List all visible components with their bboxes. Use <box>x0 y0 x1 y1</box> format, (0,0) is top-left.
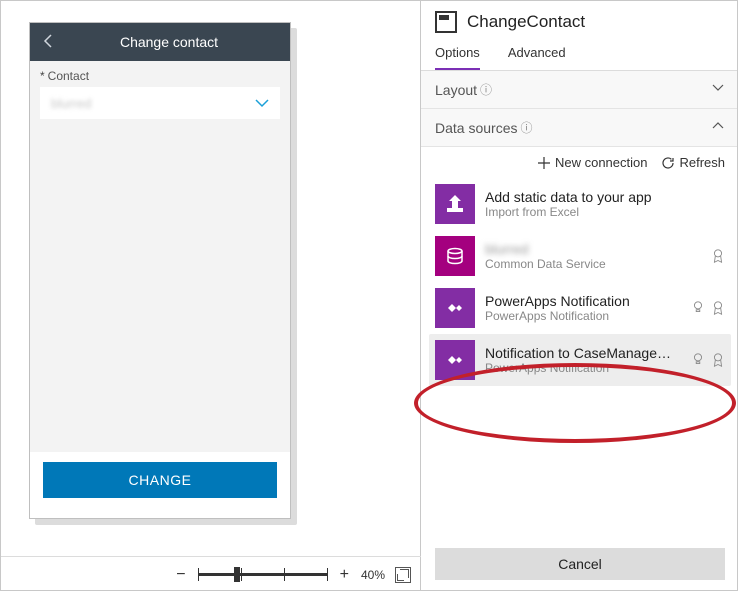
field-label: *Contact <box>40 69 280 83</box>
ribbon-icon <box>711 300 725 316</box>
data-source-item[interactable]: Add static data to your app Import from … <box>429 178 731 230</box>
badges <box>711 248 725 264</box>
section-layout[interactable]: Layout ⓘ <box>421 71 738 108</box>
bulb-icon <box>691 300 705 316</box>
data-source-item[interactable]: PowerApps Notification PowerApps Notific… <box>429 282 731 334</box>
tab-options[interactable]: Options <box>435 39 480 70</box>
powerapps-icon <box>435 288 475 328</box>
help-icon[interactable]: ⓘ <box>520 119 532 136</box>
ribbon-icon <box>711 352 725 368</box>
help-icon[interactable]: ⓘ <box>480 81 492 98</box>
excel-import-icon <box>435 184 475 224</box>
data-source-subtitle: PowerApps Notification <box>485 361 681 375</box>
bulb-icon <box>691 352 705 368</box>
change-button[interactable]: CHANGE <box>43 462 277 498</box>
plus-icon <box>537 156 551 170</box>
data-source-subtitle: Common Data Service <box>485 257 701 271</box>
fit-to-window-icon[interactable] <box>395 567 411 583</box>
form-icon <box>435 11 457 33</box>
refresh-icon <box>661 156 675 170</box>
new-connection-button[interactable]: New connection <box>537 155 648 170</box>
data-source-item[interactable]: blurred Common Data Service <box>429 230 731 282</box>
cds-icon <box>435 236 475 276</box>
data-source-title: PowerApps Notification <box>485 293 681 309</box>
ribbon-icon <box>711 248 725 264</box>
data-source-title: Add static data to your app <box>485 189 725 205</box>
badges <box>691 300 725 316</box>
properties-panel: ChangeContact Options Advanced Layout ⓘ … <box>421 1 738 591</box>
data-source-item[interactable]: Notification to CaseManageme… PowerApps … <box>429 334 731 386</box>
dropdown-value: blurred <box>51 96 91 111</box>
powerapps-icon <box>435 340 475 380</box>
chevron-down-icon <box>253 94 271 117</box>
screen-title: Change contact <box>60 34 278 50</box>
zoom-slider[interactable] <box>198 573 328 576</box>
contact-dropdown[interactable]: blurred <box>40 87 280 119</box>
data-source-title: blurred <box>485 241 701 257</box>
zoom-in-button[interactable]: + <box>334 566 355 584</box>
badges <box>691 352 725 368</box>
chevron-up-icon <box>711 119 725 136</box>
screen-header: Change contact <box>30 23 290 61</box>
zoom-bar: − + 40% <box>1 556 421 591</box>
chevron-down-icon <box>711 81 725 98</box>
canvas-pane: Change contact *Contact blurred CHANGE <box>1 1 421 591</box>
zoom-out-button[interactable]: − <box>170 566 191 584</box>
cancel-button[interactable]: Cancel <box>435 548 725 580</box>
back-icon[interactable] <box>42 33 60 52</box>
tab-advanced[interactable]: Advanced <box>508 39 566 70</box>
control-name: ChangeContact <box>467 12 585 32</box>
app-preview: Change contact *Contact blurred CHANGE <box>29 22 291 519</box>
data-source-title: Notification to CaseManageme… <box>485 345 681 361</box>
data-source-subtitle: PowerApps Notification <box>485 309 681 323</box>
refresh-button[interactable]: Refresh <box>661 155 725 170</box>
zoom-percent: 40% <box>361 568 385 582</box>
data-source-subtitle: Import from Excel <box>485 205 725 219</box>
section-data-sources[interactable]: Data sources ⓘ <box>421 109 738 146</box>
